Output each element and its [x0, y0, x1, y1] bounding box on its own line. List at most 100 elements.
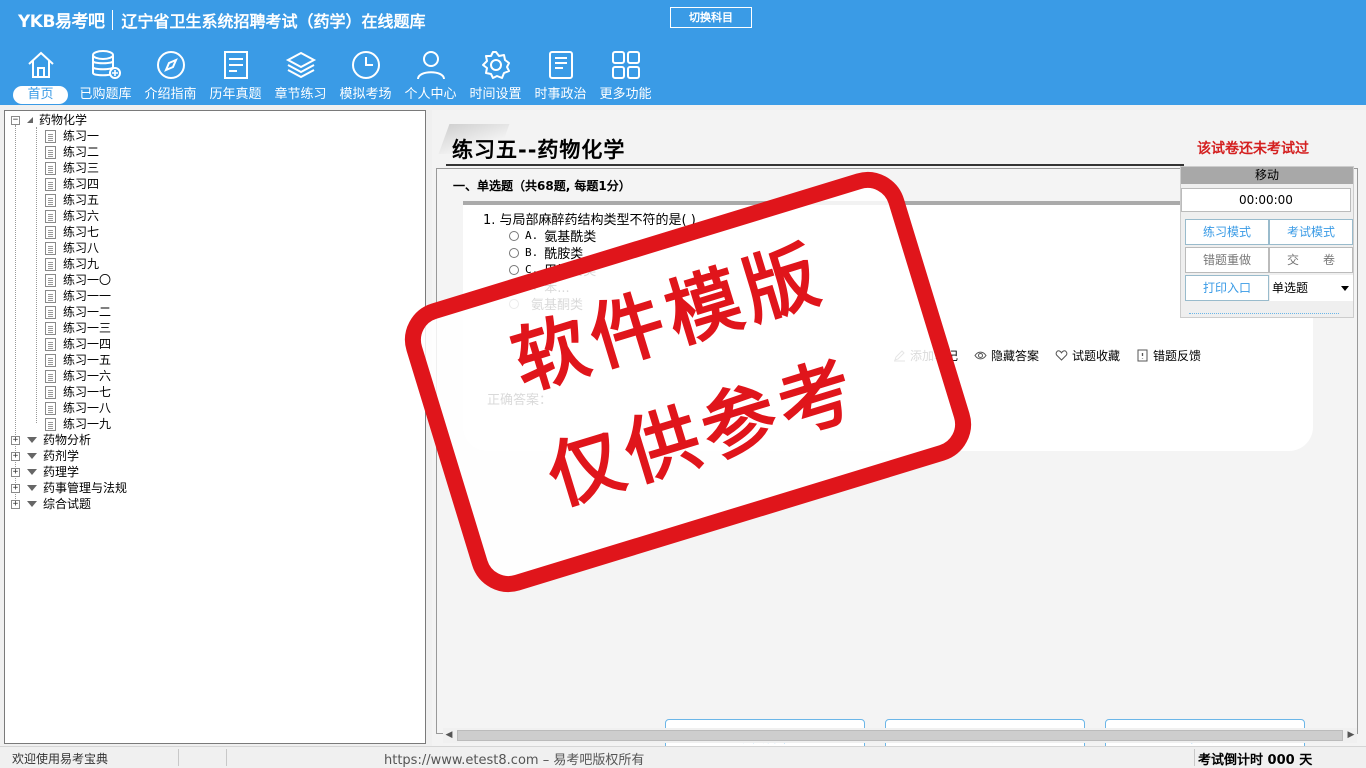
tree-node-label: 综合试题: [43, 497, 92, 511]
scrollbar-thumb[interactable]: [457, 730, 1343, 741]
document-icon: [45, 385, 56, 399]
radio-button[interactable]: [509, 281, 519, 292]
expand-toggle-icon[interactable]: +: [11, 451, 20, 461]
copyright-text: https://www.etest8.com – 易考吧版权所有: [384, 753, 645, 768]
heart-icon: [1055, 350, 1068, 361]
expand-toggle-icon[interactable]: +: [11, 467, 20, 477]
radio-button[interactable]: [509, 247, 519, 258]
tree-leaf-label: 练习三: [63, 161, 100, 175]
collapsed-arrow-icon: [27, 437, 37, 443]
horizontal-scrollbar[interactable]: ◀ ▶: [443, 728, 1357, 743]
collapsed-arrow-icon: [27, 453, 37, 459]
tree-node-collapsed[interactable]: + 药剂学: [11, 448, 79, 464]
expand-toggle-icon[interactable]: +: [11, 499, 20, 509]
question-type-value: 单选题: [1272, 281, 1309, 295]
tree-node-label: 药理学: [43, 465, 80, 479]
status-separator: [178, 749, 179, 766]
tree-leaf[interactable]: 练习三: [45, 160, 99, 176]
document-icon: [45, 369, 56, 383]
option-e[interactable]: 氨基酮类: [509, 294, 583, 313]
nav-time-settings[interactable]: 时间设置: [463, 46, 528, 104]
tree-leaf[interactable]: 练习七: [45, 224, 99, 240]
tree-leaf[interactable]: 练习一一: [45, 288, 111, 304]
print-button[interactable]: 打印入口: [1185, 275, 1269, 301]
app-header: YKB易考吧 辽宁省卫生系统招聘考试（药学）在线题库 切换科目 首页 已购题库 …: [0, 0, 1366, 105]
tree-leaf-label: 练习一〇: [63, 273, 112, 287]
tree-node-collapsed[interactable]: + 综合试题: [11, 496, 91, 512]
collapsed-arrow-icon: [27, 469, 37, 475]
tree-node-collapsed[interactable]: + 药理学: [11, 464, 79, 480]
practice-mode-button[interactable]: 练习模式: [1185, 219, 1269, 245]
nav-past-papers[interactable]: 历年真题: [203, 46, 268, 104]
nav-more[interactable]: 更多功能: [593, 46, 658, 104]
tree-leaf[interactable]: 练习一〇: [45, 272, 111, 288]
document-icon: [45, 241, 56, 255]
tree-leaf[interactable]: 练习一二: [45, 304, 111, 320]
radio-button[interactable]: [509, 264, 519, 275]
tree-leaf[interactable]: 练习二: [45, 144, 99, 160]
tree-leaf[interactable]: 练习一: [45, 128, 99, 144]
nav-mock-exam[interactable]: 模拟考场: [333, 46, 398, 104]
tree-leaf[interactable]: 练习九: [45, 256, 99, 272]
tree-leaf[interactable]: 练习八: [45, 240, 99, 256]
book-icon: [548, 51, 573, 79]
question-type-select[interactable]: 单选题: [1270, 275, 1353, 301]
exam-control-panel: 移动 00:00:00 练习模式 考试模式 错题重做 交 卷 打印入口 单选题: [1180, 166, 1354, 318]
tree-leaf[interactable]: 练习一七: [45, 384, 111, 400]
tree-leaf[interactable]: 练习一五: [45, 352, 111, 368]
radio-button[interactable]: [509, 230, 519, 241]
collapsed-arrow-icon: [27, 501, 37, 507]
tree-node-label: 药剂学: [43, 449, 80, 463]
nav-personal-center[interactable]: 个人中心: [398, 46, 463, 104]
scroll-right-icon[interactable]: ▶: [1345, 728, 1357, 743]
tree-leaf-selected[interactable]: 练习五: [45, 192, 99, 208]
exam-countdown: 考试倒计时 000 天: [1198, 753, 1313, 768]
hand-in-button[interactable]: 交 卷: [1269, 247, 1353, 273]
tree-leaf-label: 练习六: [63, 209, 100, 223]
tree-leaf[interactable]: 练习一三: [45, 320, 111, 336]
status-separator: [1194, 749, 1195, 766]
tree-node-collapsed[interactable]: + 药物分析: [11, 432, 91, 448]
nav-home[interactable]: 首页: [8, 46, 73, 104]
panel-move-handle[interactable]: 移动: [1181, 167, 1353, 184]
scroll-left-icon[interactable]: ◀: [443, 728, 455, 743]
expand-toggle-icon[interactable]: +: [11, 483, 20, 493]
add-note-button[interactable]: 添加笔记: [893, 347, 958, 364]
hide-answer-button[interactable]: 隐藏答案: [974, 347, 1039, 364]
expanded-arrow-icon: [27, 117, 33, 123]
tree-node-root[interactable]: − 药物化学: [11, 112, 87, 128]
switch-subject-button[interactable]: 切换科目: [670, 7, 752, 28]
nav-chapter-practice[interactable]: 章节练习: [268, 46, 333, 104]
tree-leaf[interactable]: 练习四: [45, 176, 99, 192]
nav-purchased[interactable]: 已购题库: [73, 46, 138, 104]
app-logo: YKB易考吧: [18, 12, 105, 32]
redo-wrong-button[interactable]: 错题重做: [1185, 247, 1269, 273]
document-icon: [45, 289, 56, 303]
document-icon: [45, 257, 56, 271]
nav-current-affairs[interactable]: 时事政治: [528, 46, 593, 104]
document-icon: [45, 337, 56, 351]
tree-leaf[interactable]: 练习一六: [45, 368, 111, 384]
nav-label: 介绍指南: [144, 87, 197, 102]
document-icon: [45, 209, 56, 223]
favorite-question-button[interactable]: 试题收藏: [1055, 347, 1120, 364]
nav-guide[interactable]: 介绍指南: [138, 46, 203, 104]
document-icon: [45, 273, 56, 287]
tree-leaf[interactable]: 练习一四: [45, 336, 111, 352]
tree-leaf[interactable]: 练习一九: [45, 416, 111, 432]
expand-toggle-icon[interactable]: +: [11, 435, 20, 445]
nav-label: 章节练习: [274, 87, 327, 102]
tree-leaf-label: 练习二: [63, 145, 100, 159]
tree-leaf[interactable]: 练习一八: [45, 400, 111, 416]
tree-leaf-label: 练习一五: [63, 353, 112, 367]
report-error-button[interactable]: 错题反馈: [1136, 347, 1201, 364]
exam-mode-button[interactable]: 考试模式: [1269, 219, 1353, 245]
tree-leaf[interactable]: 练习六: [45, 208, 99, 224]
document-icon: [45, 145, 56, 159]
nav-label: 首页: [13, 86, 68, 104]
tree-node-collapsed[interactable]: + 药事管理与法规: [11, 480, 127, 496]
radio-button[interactable]: [509, 298, 519, 309]
collapse-toggle-icon[interactable]: −: [11, 115, 20, 125]
title-underline: [446, 164, 1184, 166]
tree-node-label: 药事管理与法规: [43, 481, 128, 495]
